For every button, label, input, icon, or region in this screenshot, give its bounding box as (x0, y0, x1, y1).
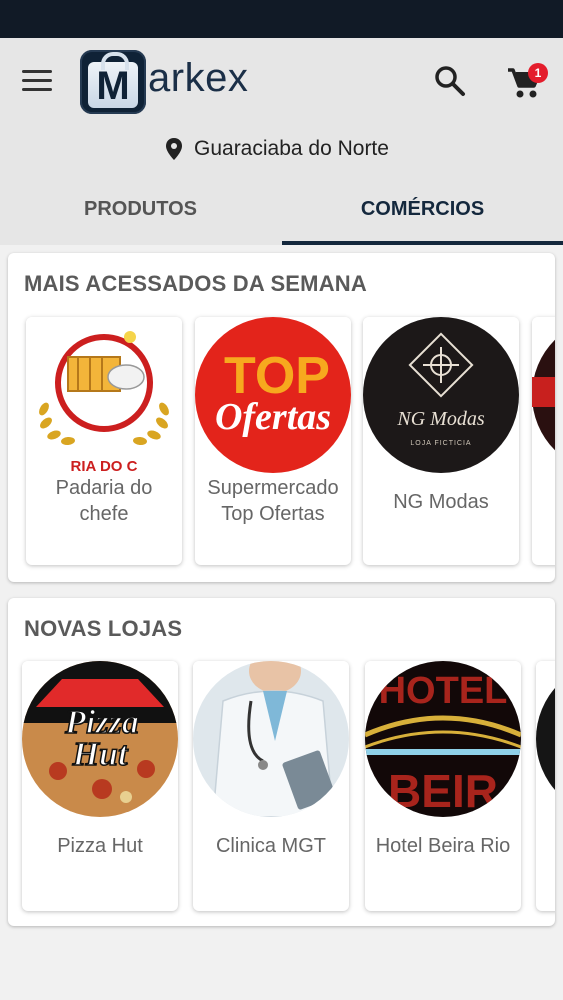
top-ofertas-logo: TOP Ofertas (195, 317, 351, 473)
search-icon (435, 66, 465, 96)
app-logo: M arkex (78, 48, 258, 118)
menu-icon (22, 70, 52, 73)
shop-card-clinica-mgt[interactable]: Clinica MGT (193, 661, 349, 911)
shop-card-partial[interactable] (536, 661, 555, 911)
hotel-beira-rio-logo: HOTEL BEIR (365, 661, 521, 817)
shop-card-hotel-beira-rio[interactable]: HOTEL BEIR Hotel Beira Rio (365, 661, 521, 911)
ng-modas-logo-line2: LOJA FICTICIA (410, 440, 471, 447)
active-tab-indicator (282, 241, 563, 245)
padaria-logo-text: RIA DO C (71, 458, 138, 473)
logo-badge: M (80, 50, 146, 114)
pizza-hut-logo-line2: Hut (72, 736, 129, 773)
menu-icon-bar (22, 88, 52, 91)
menu-button[interactable] (18, 64, 58, 98)
section-most-accessed: MAIS ACESSADOS DA SEMANA RIA DO C Padari… (8, 253, 555, 582)
tab-produtos[interactable]: PRODUTOS (0, 188, 281, 245)
section-title: NOVAS LOJAS (24, 616, 183, 641)
section-new-stores: NOVAS LOJAS Pizza Hut Pizza Hut Clinica … (8, 598, 555, 926)
ng-modas-logo: NG Modas LOJA FICTICIA (363, 317, 519, 473)
ng-modas-logo-line1: NG Modas (396, 408, 484, 430)
shop-name: NG Modas (393, 491, 489, 513)
shop-name: Padaria do chefe (55, 477, 153, 525)
logo-letter: M (96, 64, 130, 108)
partial-shop-logo (536, 661, 555, 817)
status-bar (0, 0, 563, 38)
section-title: MAIS ACESSADOS DA SEMANA (24, 271, 367, 296)
shop-card-ng-modas[interactable]: NG Modas LOJA FICTICIA NG Modas (363, 317, 519, 565)
padaria-logo: RIA DO C (26, 317, 182, 473)
tab-comercios[interactable]: COMÉRCIOS (282, 188, 563, 245)
shop-name: Pizza Hut (57, 835, 143, 857)
shop-card-partial[interactable] (532, 317, 555, 565)
shop-card-pizza-hut[interactable]: Pizza Hut Pizza Hut (22, 661, 178, 911)
cart-count-badge: 1 (528, 63, 548, 83)
shop-name: Hotel Beira Rio (375, 835, 511, 857)
location-label: Guaraciaba do Norte (194, 137, 389, 160)
clinica-mgt-logo (193, 661, 349, 817)
shop-card-top-ofertas[interactable]: TOP Ofertas Supermercado Top Ofertas (195, 317, 351, 565)
cart-button[interactable]: 1 (506, 62, 548, 102)
shop-name: Supermercado Top Ofertas (207, 477, 339, 525)
search-button[interactable] (432, 63, 468, 99)
hotel-logo-line1: HOTEL (379, 670, 508, 712)
location-pin-icon (166, 138, 182, 160)
app-bar: M arkex 1 Guaraciaba do Norte PRODUTOS C… (0, 38, 563, 245)
logo-text: arkex (148, 56, 249, 100)
pizza-hut-logo: Pizza Hut (22, 661, 178, 817)
menu-icon-bar (22, 79, 52, 82)
shop-name: Clinica MGT (215, 835, 326, 857)
partial-shop-logo (532, 317, 555, 473)
top-ofertas-logo-line2: Ofertas (215, 396, 331, 438)
location-selector[interactable]: Guaraciaba do Norte (164, 134, 389, 164)
shop-card-padaria[interactable]: RIA DO C Padaria do chefe (26, 317, 182, 565)
